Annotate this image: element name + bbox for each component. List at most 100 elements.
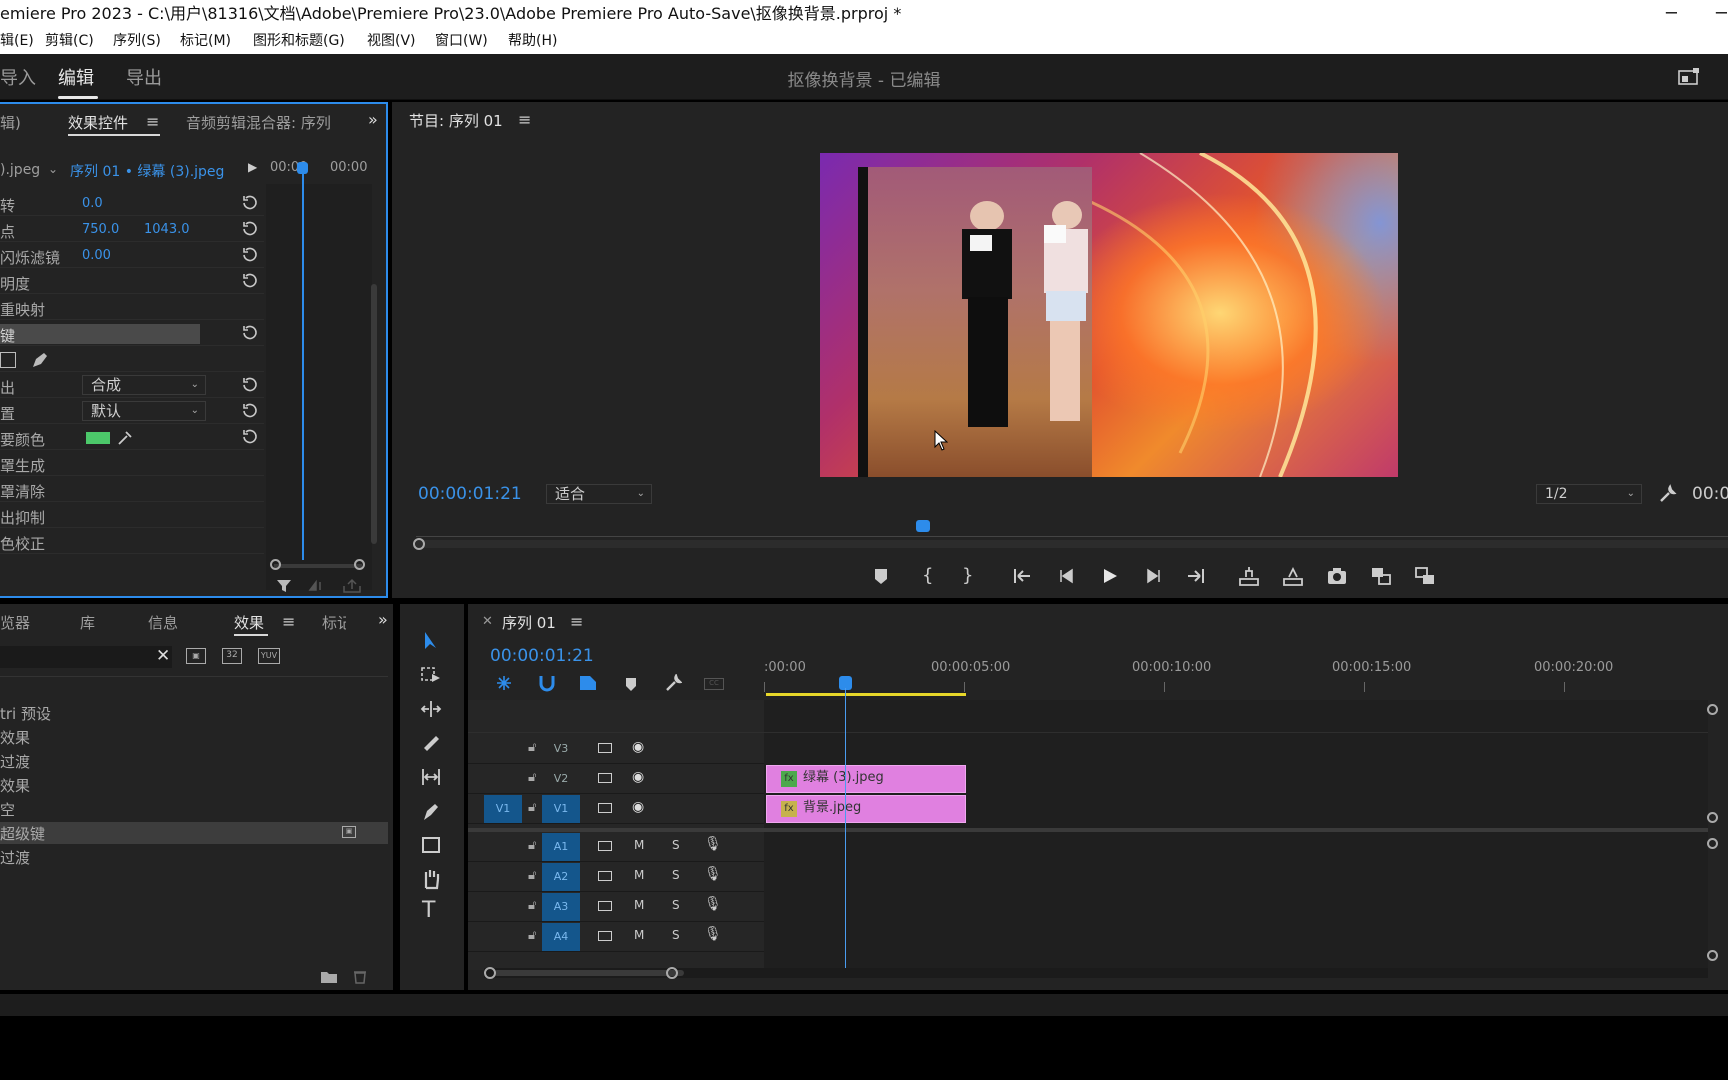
proxy-toggle-icon[interactable]: [1414, 565, 1436, 587]
track-select-tool-icon[interactable]: [420, 664, 442, 686]
reset-icon[interactable]: [240, 246, 258, 264]
property-value[interactable]: 0.00: [82, 248, 111, 263]
program-playhead[interactable]: [916, 520, 930, 532]
program-timecode[interactable]: 00:00:01:21: [418, 484, 522, 504]
close-tab-icon[interactable]: ✕: [482, 614, 493, 629]
comparison-view-icon[interactable]: [1370, 565, 1392, 587]
wrench-icon[interactable]: [1658, 484, 1678, 504]
32bit-effects-icon[interactable]: 32: [222, 648, 242, 664]
zoom-handle-left[interactable]: [270, 559, 281, 570]
rectangle-tool-icon[interactable]: [420, 834, 442, 856]
fit-select[interactable]: 适合 ⌄: [546, 484, 652, 504]
zoom-handle-right[interactable]: [666, 967, 678, 979]
list-item[interactable]: 效果: [0, 774, 388, 796]
timeline-playhead[interactable]: [845, 688, 846, 970]
tab-media-browser[interactable]: 览器: [0, 612, 30, 633]
accelerated-effects-icon[interactable]: ▣: [186, 648, 206, 664]
razor-tool-icon[interactable]: [420, 732, 442, 754]
master-clip-label[interactable]: ).jpeg: [0, 162, 40, 178]
step-forward-icon[interactable]: [1142, 565, 1164, 587]
new-folder-icon[interactable]: [320, 970, 338, 984]
horizontal-scrollbar[interactable]: [484, 967, 1708, 979]
camera-icon[interactable]: [1326, 565, 1348, 587]
property-row[interactable]: 罩生成: [0, 452, 264, 476]
tab-audio-mixer[interactable]: 音频剪辑混合器: 序列: [186, 112, 340, 133]
tab-markers[interactable]: 标记: [322, 612, 346, 633]
panel-menu-icon[interactable]: ≡: [570, 612, 583, 631]
maximize-button[interactable]: ─: [1716, 0, 1727, 28]
tab-info[interactable]: 信息: [148, 612, 178, 633]
menu-graphics[interactable]: 图形和标题(G): [253, 30, 345, 52]
reset-icon[interactable]: [240, 376, 258, 394]
pen-tool-icon[interactable]: [420, 800, 442, 822]
nest-toggle-icon[interactable]: [494, 674, 514, 692]
selection-tool-icon[interactable]: [420, 630, 442, 652]
mute-button[interactable]: M: [634, 898, 644, 912]
menu-help[interactable]: 帮助(H): [508, 30, 557, 52]
mini-zoom-bar[interactable]: [274, 564, 362, 568]
linked-selection-icon[interactable]: [578, 674, 598, 692]
lock-icon[interactable]: 🔓︎: [528, 898, 536, 913]
mute-button[interactable]: M: [634, 868, 644, 882]
slip-tool-icon[interactable]: [420, 766, 442, 788]
sync-lock-icon[interactable]: [598, 773, 612, 783]
step-back-icon[interactable]: [1056, 565, 1078, 587]
add-marker-icon[interactable]: [870, 565, 892, 587]
tab-library[interactable]: 库: [80, 612, 95, 633]
tab-prev[interactable]: 辑): [0, 112, 21, 133]
reset-icon[interactable]: [240, 272, 258, 290]
play-only-clip-icon[interactable]: ▶: [248, 160, 257, 174]
scroll-handle[interactable]: [1707, 812, 1718, 823]
mini-playhead-handle[interactable]: [297, 162, 308, 174]
zoom-handle-left[interactable]: [484, 967, 496, 979]
property-row[interactable]: 出抑制: [0, 504, 264, 528]
chevron-down-icon[interactable]: ⌄: [48, 162, 58, 176]
list-item[interactable]: 过渡: [0, 750, 388, 772]
type-tool-icon[interactable]: T: [422, 898, 435, 923]
scrub-ruler[interactable]: [416, 536, 1728, 537]
track-target-v1[interactable]: V1: [542, 795, 580, 823]
solo-button[interactable]: S: [672, 928, 680, 942]
lift-icon[interactable]: [1238, 565, 1260, 587]
property-row[interactable]: 色校正: [0, 530, 264, 554]
track-target-a4[interactable]: A4: [542, 923, 580, 951]
timeline-settings-icon[interactable]: [664, 674, 682, 692]
add-marker-icon[interactable]: [624, 676, 638, 692]
track-target-v2[interactable]: V2: [542, 765, 580, 793]
eye-icon[interactable]: ◉: [632, 799, 644, 815]
menu-marker[interactable]: 标记(M): [180, 30, 231, 52]
reset-icon[interactable]: [240, 220, 258, 238]
sync-lock-icon[interactable]: [598, 871, 612, 881]
microphone-icon[interactable]: 🎙︎: [704, 836, 722, 852]
tab-program[interactable]: 节目: 序列 01: [409, 110, 503, 131]
reset-icon[interactable]: [240, 194, 258, 212]
track-target-v3[interactable]: V3: [542, 735, 580, 763]
solo-button[interactable]: S: [672, 898, 680, 912]
track-target-a1[interactable]: A1: [542, 833, 580, 861]
property-value-y[interactable]: 1043.0: [144, 222, 190, 237]
eye-icon[interactable]: ◉: [632, 739, 644, 755]
scrub-bar[interactable]: [416, 540, 1728, 548]
mute-button[interactable]: M: [634, 838, 644, 852]
hand-tool-icon[interactable]: [420, 868, 442, 890]
yuv-effects-icon[interactable]: YUV: [258, 648, 280, 664]
go-to-in-icon[interactable]: [1012, 565, 1034, 587]
mini-timeline[interactable]: [266, 184, 372, 590]
menu-view[interactable]: 视图(V): [367, 30, 416, 52]
pen-icon[interactable]: [30, 350, 50, 370]
snap-icon[interactable]: [538, 674, 556, 692]
panel-overflow-icon[interactable]: »: [378, 610, 388, 629]
panel-overflow-icon[interactable]: »: [368, 110, 378, 129]
clear-search-icon[interactable]: ✕: [156, 646, 170, 666]
captions-icon[interactable]: CC: [704, 678, 724, 690]
list-item[interactable]: 过渡: [0, 846, 388, 868]
microphone-icon[interactable]: 🎙︎: [704, 866, 722, 882]
vertical-scrollbar[interactable]: [371, 284, 377, 544]
list-item-selected[interactable]: 超级键 ▣: [0, 822, 388, 844]
time-ruler[interactable]: [764, 682, 1728, 692]
key-color-swatch[interactable]: [86, 432, 110, 444]
mark-out-icon[interactable]: }: [962, 565, 984, 587]
sync-lock-icon[interactable]: [598, 743, 612, 753]
menu-sequence[interactable]: 序列(S): [113, 30, 161, 52]
export-icon[interactable]: [342, 578, 362, 594]
